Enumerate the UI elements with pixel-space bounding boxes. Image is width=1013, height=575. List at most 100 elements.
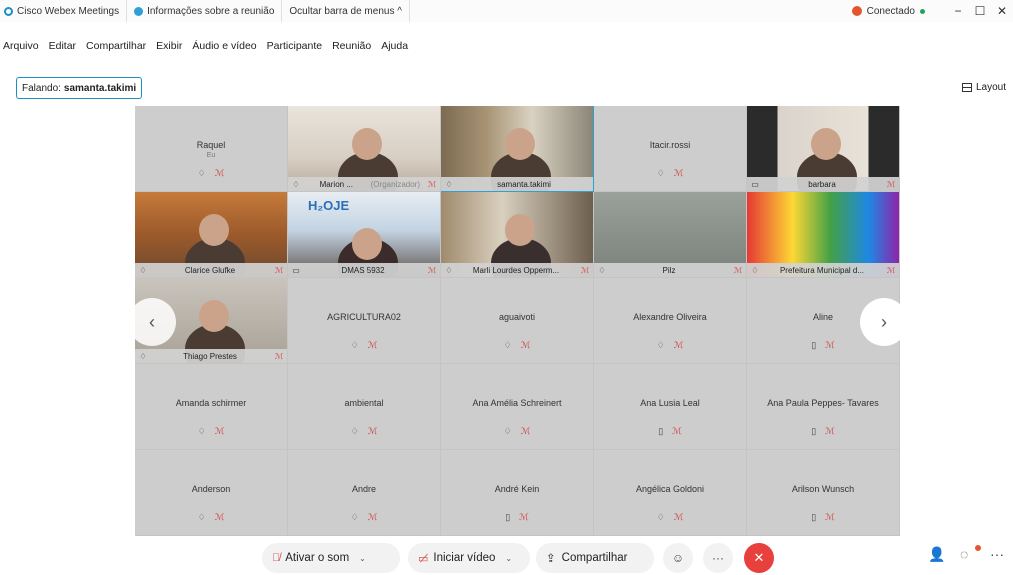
reactions-button[interactable]: ☺: [663, 543, 693, 573]
audio-icon: ♢: [656, 512, 665, 522]
participant-tile[interactable]: Amanda schirmer ♢ ℳ: [135, 364, 288, 450]
person-head: [505, 128, 535, 160]
menu-arquivo[interactable]: Arquivo: [1, 40, 41, 56]
menu-participante[interactable]: Participante: [265, 40, 324, 56]
mic-muted-icon: ℳ: [274, 351, 284, 361]
close-button[interactable]: ✕: [991, 4, 1013, 18]
audio-icon: ♢: [445, 265, 453, 275]
menu-reuniao[interactable]: Reunião: [330, 40, 373, 56]
audio-icon: ♢: [598, 265, 606, 275]
chevron-down-icon[interactable]: ⌄: [359, 554, 366, 563]
prev-page-button[interactable]: ‹: [128, 298, 176, 346]
participant-tile[interactable]: ♢ samanta.takimi: [441, 106, 594, 192]
smiley-icon: ☺: [671, 551, 685, 565]
participant-tile[interactable]: Ana Lusia Leal ▯ ℳ: [594, 364, 747, 450]
participant-tile[interactable]: Raquel Eu ♢ ℳ: [135, 106, 288, 192]
person-head: [199, 300, 229, 332]
chevron-down-icon[interactable]: ⌄: [505, 554, 512, 563]
chat-icon[interactable]: ◌: [960, 546, 968, 562]
participant-label-bar: ♢ Clarice Glufke ℳ: [135, 263, 287, 277]
participant-tile[interactable]: Ana Paula Peppes- Tavares ▯ ℳ: [747, 364, 900, 450]
recording-icon: [851, 6, 862, 16]
participant-tile[interactable]: ♢ Clarice Glufke ℳ: [135, 192, 288, 278]
leave-meeting-button[interactable]: ✕: [744, 543, 774, 573]
audio-icon: ♢: [197, 426, 206, 436]
share-icon: ⇪: [546, 553, 556, 565]
menu-exibir[interactable]: Exibir: [154, 40, 184, 56]
phone-icon: ▯: [658, 426, 664, 436]
participant-status-icons: ♢ ℳ: [135, 512, 287, 523]
unmute-button[interactable]: 🎙̸ Ativar o som ⌄: [262, 543, 400, 573]
participant-tile[interactable]: H₂OJE ▭ DMAS 5932 ℳ: [288, 192, 441, 278]
phone-icon: ▯: [811, 512, 817, 522]
person-head: [505, 214, 535, 246]
mic-muted-icon: 🎙̸: [272, 552, 281, 564]
participant-name: Amanda schirmer: [175, 398, 247, 408]
maximize-button[interactable]: ☐: [969, 4, 991, 18]
phone-icon: ▭: [751, 179, 759, 189]
chat-notification-dot: [975, 545, 981, 551]
audio-icon: ♢: [445, 179, 453, 189]
person-head: [352, 228, 382, 260]
participant-tile[interactable]: Itacir.rossi ♢ ℳ: [594, 106, 747, 192]
menu-editar[interactable]: Editar: [47, 40, 78, 56]
mic-muted-icon: ℳ: [427, 179, 437, 189]
participant-name: barbara: [808, 179, 836, 189]
participant-status-icons: ♢ ℳ: [288, 340, 440, 351]
mic-muted-icon: ℳ: [214, 168, 225, 178]
mic-muted-icon: ℳ: [825, 512, 835, 522]
share-button[interactable]: ⇪ Compartilhar: [536, 543, 654, 573]
layout-button[interactable]: Layout: [962, 77, 1006, 97]
chevron-left-icon: ‹: [149, 311, 155, 332]
participant-tile[interactable]: ambiental ♢ ℳ: [288, 364, 441, 450]
participant-tile[interactable]: Anderson ♢ ℳ: [135, 450, 288, 536]
participant-tile[interactable]: ♢ Marli Lourdes Opperm... ℳ: [441, 192, 594, 278]
participants-icon[interactable]: 👤: [928, 546, 945, 563]
audio-icon: ♢: [751, 265, 759, 275]
participant-tile[interactable]: Andre ♢ ℳ: [288, 450, 441, 536]
mic-muted-icon: ℳ: [367, 512, 378, 522]
connection-status[interactable]: Conectado: [851, 5, 925, 17]
participant-tile[interactable]: Ana Amélia Schreinert ♢ ℳ: [441, 364, 594, 450]
participant-name: Prefeitura Municipal d...: [779, 265, 865, 275]
participant-name: Anderson: [191, 484, 231, 494]
menu-bar: Arquivo Editar Compartilhar Exibir Áudio…: [0, 40, 410, 56]
participant-label-bar: ♢ Marli Lourdes Opperm... ℳ: [441, 263, 593, 277]
participant-tile[interactable]: Angélica Goldoni ♢ ℳ: [594, 450, 747, 536]
hide-menu-button[interactable]: Ocultar barra de menus ^: [282, 0, 410, 22]
more-options-button[interactable]: ···: [703, 543, 733, 573]
participant-tile[interactable]: André Kein ▯ ℳ: [441, 450, 594, 536]
mic-muted-icon: ℳ: [733, 265, 743, 275]
participant-name: Angélica Goldoni: [635, 484, 705, 494]
meeting-info-button[interactable]: Informações sobre a reunião: [127, 0, 283, 22]
participant-status-icons: ▯ ℳ: [747, 426, 899, 437]
audio-icon: ♢: [656, 340, 665, 350]
participant-tile[interactable]: aguaivoti ♢ ℳ: [441, 278, 594, 364]
participant-tile[interactable]: Alexandre Oliveira ♢ ℳ: [594, 278, 747, 364]
participant-tile[interactable]: ♢ Marion ... (Organizador) ℳ: [288, 106, 441, 192]
participant-tile[interactable]: ▭ barbara ℳ: [747, 106, 900, 192]
participant-tile[interactable]: ♢ Pilz ℳ: [594, 192, 747, 278]
organizer-tag: (Organizador): [370, 179, 420, 189]
minimize-button[interactable]: −: [947, 4, 969, 18]
menu-ajuda[interactable]: Ajuda: [379, 40, 410, 56]
participant-tile[interactable]: ♢ Prefeitura Municipal d... ℳ: [747, 192, 900, 278]
app-name: Cisco Webex Meetings: [17, 5, 120, 17]
connection-status-label: Conectado: [866, 5, 915, 17]
more-panels-icon[interactable]: ···: [990, 546, 1004, 562]
participant-status-icons: ♢ ℳ: [135, 426, 287, 437]
menu-compartilhar[interactable]: Compartilhar: [84, 40, 148, 56]
mic-muted-icon: ℳ: [519, 512, 529, 522]
participant-label-bar: ♢ Marion ... (Organizador) ℳ: [288, 177, 440, 191]
person-head: [811, 128, 841, 160]
participant-tile[interactable]: AGRICULTURA02 ♢ ℳ: [288, 278, 441, 364]
more-icon: ···: [712, 551, 724, 565]
person-head: [199, 214, 229, 246]
participant-name: Marli Lourdes Opperm...: [472, 265, 560, 275]
mic-muted-icon: ℳ: [214, 512, 225, 522]
start-video-button[interactable]: ▭̸ Iniciar vídeo ⌄: [408, 543, 530, 573]
participant-tile[interactable]: Arilson Wunsch ▯ ℳ: [747, 450, 900, 536]
menu-audio-video[interactable]: Áudio e vídeo: [190, 40, 258, 56]
mic-muted-icon: ℳ: [367, 426, 378, 436]
next-page-button[interactable]: ›: [860, 298, 908, 346]
